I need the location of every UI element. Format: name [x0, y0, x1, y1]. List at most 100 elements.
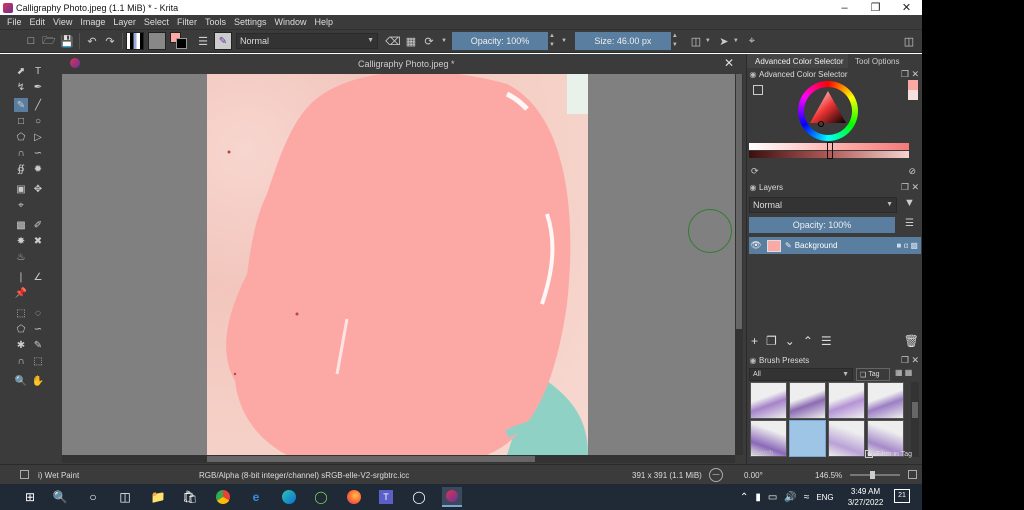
- transform-tool-icon[interactable]: ▣: [14, 182, 28, 196]
- move-layer-up-icon[interactable]: ⌃: [803, 334, 813, 348]
- opacity-spinner[interactable]: ▲ ▼: [548, 32, 556, 50]
- layer-menu-icon[interactable]: ☰: [905, 218, 914, 229]
- menu-edit[interactable]: Edit: [26, 17, 50, 27]
- tab-tool-options[interactable]: Tool Options: [848, 54, 923, 68]
- zoom-slider[interactable]: [850, 471, 900, 479]
- close-document-icon[interactable]: ✕: [724, 56, 734, 70]
- menu-filter[interactable]: Filter: [173, 17, 201, 27]
- brush-presets-scrollbar[interactable]: [911, 382, 919, 457]
- brush-preset-4[interactable]: [867, 382, 904, 419]
- cortana-icon[interactable]: ○: [83, 487, 103, 507]
- current-color-swatch[interactable]: [908, 80, 918, 100]
- brush-tag-filter-select[interactable]: All ▼: [749, 368, 853, 381]
- multibrush-icon[interactable]: ✹: [31, 162, 45, 176]
- filter-in-tag-checkbox[interactable]: ✓ Filter in Tag: [865, 450, 912, 458]
- color-triangle[interactable]: [798, 81, 858, 141]
- size-spinner[interactable]: ▲ ▼: [671, 32, 679, 50]
- polygon-select-icon[interactable]: ⬠: [14, 322, 28, 336]
- colorize-mask-icon[interactable]: ✖: [31, 234, 45, 248]
- polyline-tool-icon[interactable]: ▷: [31, 130, 45, 144]
- crop-tool-icon[interactable]: ⌖: [14, 198, 28, 212]
- rect-select-icon[interactable]: ⬚: [14, 306, 28, 320]
- search-icon[interactable]: 🔍: [50, 487, 70, 507]
- layer-opacity-slider[interactable]: Opacity: 100%: [749, 217, 895, 233]
- vertical-scroll-thumb[interactable]: [736, 74, 742, 329]
- chevron-down-icon[interactable]: ▼: [441, 38, 447, 44]
- tab-advanced-color-selector[interactable]: Advanced Color Selector: [747, 54, 848, 68]
- brush-settings-icon[interactable]: ☰: [194, 32, 212, 50]
- menu-file[interactable]: File: [0, 17, 26, 27]
- chevron-down-icon[interactable]: ▼: [705, 38, 711, 44]
- minimize-button[interactable]: –: [829, 0, 860, 15]
- language-indicator[interactable]: ENG: [816, 493, 833, 502]
- rotation-value[interactable]: 0.00°: [744, 471, 763, 480]
- alpha-lock-icon[interactable]: ▦: [402, 32, 420, 50]
- undo-icon[interactable]: ↶: [83, 32, 101, 50]
- freehand-brush-icon[interactable]: ✎: [14, 98, 28, 112]
- new-document-icon[interactable]: □: [22, 32, 40, 50]
- color-picker-icon[interactable]: ✐: [31, 218, 45, 232]
- layer-properties-icon[interactable]: ☰: [821, 334, 832, 348]
- workspace-chooser-icon[interactable]: ◫: [900, 32, 918, 50]
- task-view-icon[interactable]: ◫: [115, 487, 135, 507]
- store-icon[interactable]: 🛍: [180, 487, 200, 507]
- app-icon-green[interactable]: ◯: [311, 487, 331, 507]
- fg-bg-color-icon[interactable]: [170, 32, 188, 50]
- chevron-down-icon[interactable]: ▼: [561, 38, 567, 44]
- pinned-app-icon[interactable]: ◯: [409, 487, 429, 507]
- layer-lock-icons[interactable]: ■ α ▩: [897, 241, 918, 250]
- blend-mode-select[interactable]: Normal ▼: [236, 33, 378, 49]
- bezier-select-icon[interactable]: ∩: [14, 354, 28, 368]
- assistant-tool-icon[interactable]: ❘: [14, 270, 28, 284]
- chevron-up-icon[interactable]: ⌃: [740, 492, 748, 503]
- menu-help[interactable]: Help: [311, 17, 338, 27]
- reload-preset-icon[interactable]: ⟳: [420, 32, 438, 50]
- smart-patch-icon[interactable]: ✸: [14, 234, 28, 248]
- teams-icon[interactable]: T: [376, 487, 396, 507]
- windows-start-icon[interactable]: ⊞: [20, 487, 40, 507]
- rotation-icon[interactable]: —: [709, 468, 723, 482]
- horizontal-scrollbar[interactable]: [62, 455, 735, 463]
- add-layer-icon[interactable]: +: [751, 334, 758, 348]
- brush-preset-icon[interactable]: ✎: [214, 32, 232, 50]
- menu-image[interactable]: Image: [76, 17, 109, 27]
- polygon-tool-icon[interactable]: ⬠: [14, 130, 28, 144]
- mirror-horizontal-icon[interactable]: ◫: [687, 32, 705, 50]
- color-wheel[interactable]: [798, 81, 858, 141]
- chevron-down-icon[interactable]: ▼: [733, 38, 739, 44]
- refresh-icon[interactable]: ⟳: [751, 166, 759, 177]
- notification-center-icon[interactable]: 21: [894, 489, 910, 503]
- brush-view-icons[interactable]: ▦ ▦: [895, 368, 912, 377]
- gradient-swatch[interactable]: [126, 32, 144, 50]
- power-icon[interactable]: ▭: [768, 492, 777, 503]
- eye-icon[interactable]: 👁: [749, 240, 763, 251]
- brush-preset-2[interactable]: [789, 382, 826, 419]
- text-tool-icon[interactable]: T: [31, 64, 45, 78]
- lock-icon[interactable]: ◉: [747, 70, 759, 79]
- gradient-tool-icon[interactable]: ▩: [14, 218, 28, 232]
- freehand-select-icon[interactable]: ∽: [31, 322, 45, 336]
- vertical-scrollbar[interactable]: [735, 74, 743, 455]
- fill-tool-icon[interactable]: ♨: [14, 250, 28, 264]
- move-layer-down-icon[interactable]: ⌄: [785, 334, 795, 348]
- color-settings-icon[interactable]: [753, 85, 763, 95]
- pan-tool-icon[interactable]: ✋: [31, 374, 45, 388]
- edit-shapes-icon[interactable]: ↯: [14, 80, 28, 94]
- file-explorer-icon[interactable]: 📁: [148, 487, 168, 507]
- lock-icon[interactable]: ◉: [747, 356, 759, 365]
- menu-layer[interactable]: Layer: [109, 17, 140, 27]
- document-tab[interactable]: Calligraphy Photo.jpeg * ✕: [62, 54, 738, 74]
- menu-select[interactable]: Select: [140, 17, 173, 27]
- menu-tools[interactable]: Tools: [201, 17, 230, 27]
- save-icon[interactable]: 💾: [58, 32, 76, 50]
- battery-icon[interactable]: ▮: [755, 492, 761, 503]
- close-window-button[interactable]: ✕: [891, 0, 922, 15]
- rectangle-tool-icon[interactable]: □: [14, 114, 28, 128]
- layer-blend-mode-select[interactable]: Normal ▼: [749, 197, 897, 213]
- chrome-icon[interactable]: [213, 487, 233, 507]
- reference-images-icon[interactable]: 📌: [14, 286, 28, 300]
- magnetic-select-icon[interactable]: ⬚: [31, 354, 45, 368]
- edge-icon[interactable]: [279, 487, 299, 507]
- float-close-controls[interactable]: ❐ ✕: [901, 355, 919, 366]
- redo-icon[interactable]: ↷: [101, 32, 119, 50]
